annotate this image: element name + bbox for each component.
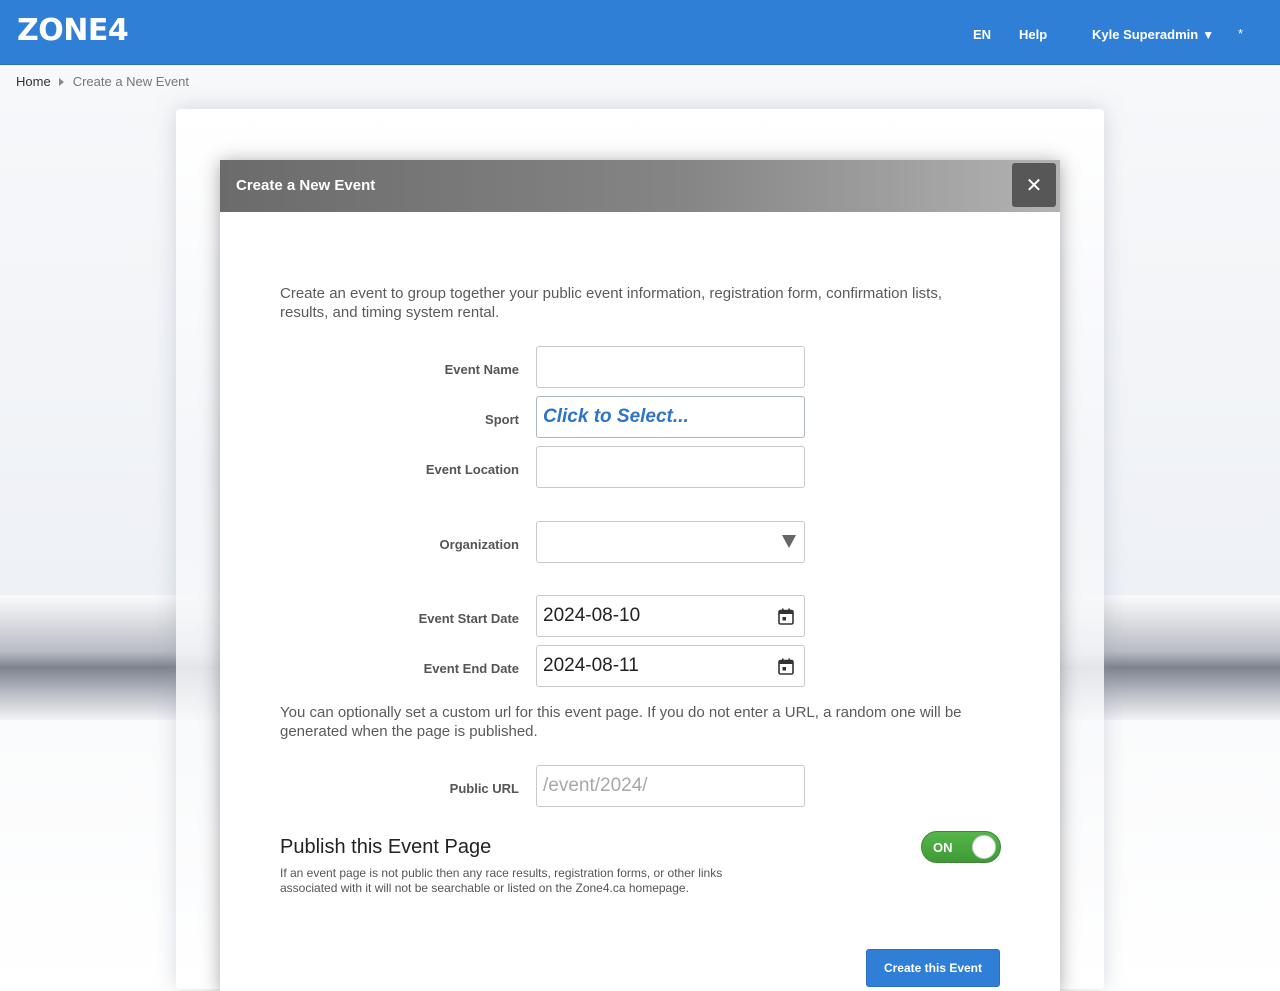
sport-select[interactable]: Click to Select... [536, 396, 805, 438]
breadcrumb-current: Create a New Event [72, 74, 190, 89]
event-name-label: Event Name [444, 362, 519, 377]
publish-description: If an event page is not public then any … [280, 866, 723, 895]
zone4-logo[interactable]: ZONE4 [17, 13, 129, 48]
event-name-input[interactable] [536, 346, 805, 388]
language-selector[interactable]: EN [973, 27, 991, 42]
toggle-state-label: ON [933, 840, 953, 855]
user-name: Kyle Superadmin [1092, 27, 1199, 42]
dropdown-arrow-icon [782, 535, 796, 548]
start-date-label: Event Start Date [418, 611, 519, 626]
breadcrumb-home[interactable]: Home [16, 74, 51, 89]
publish-toggle[interactable]: ON [921, 831, 1001, 863]
calendar-icon[interactable] [778, 658, 794, 675]
create-event-dialog: Create a New Event ✕ Create an event to … [220, 160, 1060, 991]
breadcrumb: Home Create a New Event [16, 74, 189, 89]
help-link[interactable]: Help [1019, 27, 1047, 42]
user-menu[interactable]: Kyle Superadmin ▼ [1092, 27, 1214, 42]
public-url-label: Public URL [449, 781, 519, 796]
organization-label: Organization [439, 537, 519, 552]
sport-select-value: Click to Select... [543, 406, 689, 427]
event-location-input[interactable] [536, 446, 805, 488]
chevron-down-icon: ▼ [1202, 28, 1215, 42]
end-date-input[interactable]: 2024-08-11 [536, 645, 805, 687]
create-event-button[interactable]: Create this Event [866, 949, 1000, 987]
event-location-label: Event Location [425, 462, 519, 477]
start-date-input[interactable]: 2024-08-10 [536, 595, 805, 637]
chevron-right-icon [58, 77, 64, 86]
star-icon[interactable]: * [1238, 26, 1243, 41]
start-date-value: 2024-08-10 [543, 605, 641, 626]
dialog-header: Create a New Event ✕ [220, 160, 1060, 212]
calendar-icon[interactable] [778, 608, 794, 625]
top-navigation-bar: ZONE4 EN Help Kyle Superadmin ▼ * [0, 0, 1280, 65]
public-url-placeholder: /event/2024/ [543, 775, 648, 796]
publish-heading: Publish this Event Page [280, 836, 492, 858]
close-button[interactable]: ✕ [1012, 163, 1056, 207]
sport-label: Sport [485, 412, 519, 427]
close-icon: ✕ [1025, 174, 1043, 197]
dialog-title: Create a New Event [236, 177, 376, 194]
public-url-input[interactable]: /event/2024/ [536, 765, 805, 807]
end-date-value: 2024-08-11 [543, 655, 639, 676]
toggle-knob [972, 835, 996, 859]
end-date-label: Event End Date [423, 661, 519, 676]
url-intro-text: You can optionally set a custom url for … [280, 704, 962, 740]
intro-text: Create an event to group together your p… [280, 285, 942, 321]
organization-select[interactable] [536, 521, 805, 563]
